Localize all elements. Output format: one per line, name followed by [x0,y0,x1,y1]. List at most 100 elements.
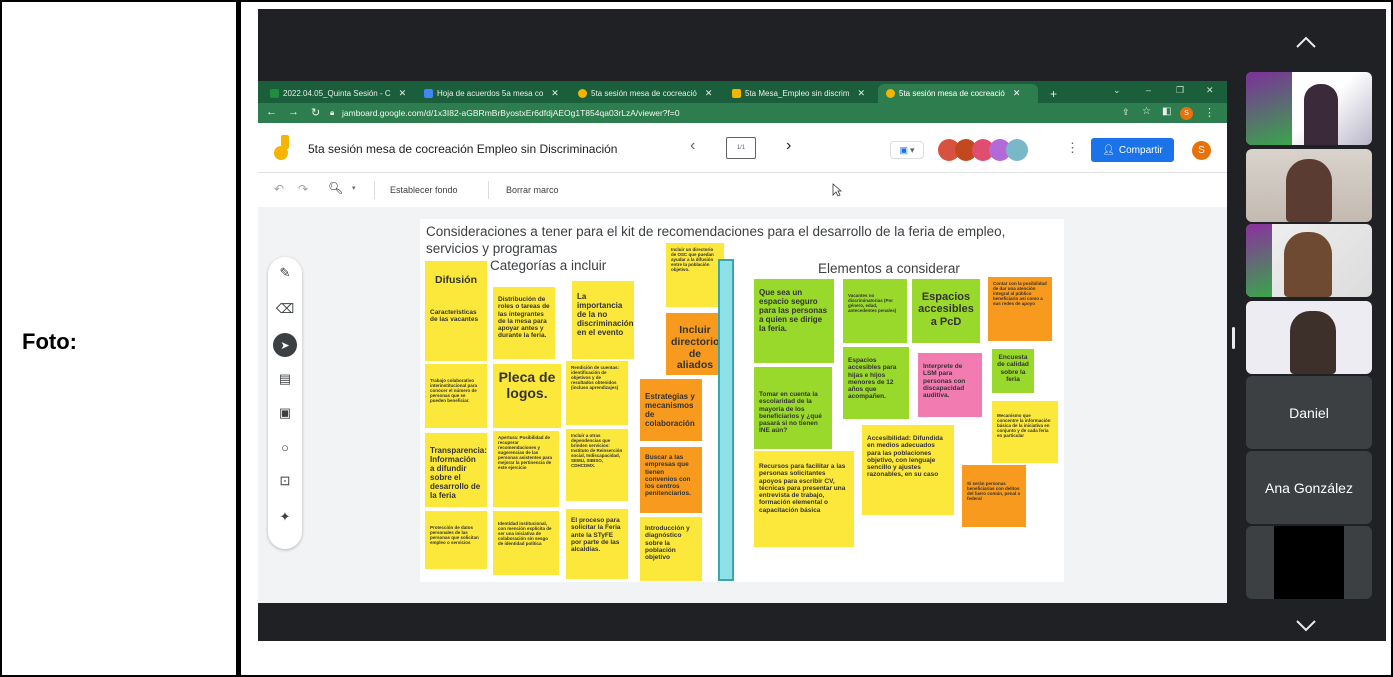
close-tab-icon[interactable]: ✕ [399,88,407,99]
sidebar-resize-handle[interactable] [1232,327,1235,349]
browser-tab-4[interactable]: 5ta Mesa_Empleo sin discrim ✕ [724,84,874,103]
zoom-icon[interactable]: 🔍︎ [328,181,343,195]
back-icon[interactable]: ← [266,106,277,118]
browser-tab-bar: 2022.04.05_Quinta Sesión - C ✕ Hoja de ac… [258,81,1227,103]
sticky-note[interactable]: Encuesta de calidad sobre la feria [992,349,1034,393]
close-window-icon[interactable]: ✕ [1206,85,1214,96]
sticky-note[interactable]: Accesibilidad: Difundida en medios adecu… [862,425,954,515]
sticky-note[interactable]: Rendición de cuentas: identificación de … [566,361,628,425]
sticky-note[interactable]: Distribución de roles o tareas de las in… [493,287,555,359]
sticky-note[interactable]: Introducción y diagnóstico sobre la pobl… [640,517,702,581]
divider-bar[interactable] [718,259,734,581]
participant-video [1284,232,1332,297]
participant-tile-2[interactable] [1246,149,1372,222]
eraser-tool-icon[interactable]: ⌫ [276,301,294,317]
sticky-note[interactable]: Trabajo colaborativo interinstitucional … [425,364,487,428]
docs-icon [424,89,433,98]
sticky-note[interactable]: Incluir un directorio de OSC que puedan … [666,243,724,307]
sticky-note[interactable]: Recursos para facilitar a las personas s… [754,451,854,547]
sticky-note[interactable]: Difusión Caracteristicas de las vacantes [425,261,487,361]
sticky-note[interactable]: Que sea un espacio seguro para las perso… [754,279,834,363]
browser-tab-5-active[interactable]: 5ta sesión mesa de cocreació ✕ [878,84,1038,103]
meet-window: 2022.04.05_Quinta Sesión - C ✕ Hoja de ac… [258,9,1386,641]
sticky-note-tool-icon[interactable]: ▤ [277,371,293,387]
add-image-tool-icon[interactable]: ▣ [277,405,293,421]
participant-tile-6[interactable]: Ana González [1246,451,1372,524]
sticky-note[interactable]: Transparencia: Información a difundir so… [425,433,487,507]
participant-tile-4[interactable] [1246,301,1372,374]
jam-canvas-area: ✎ ⌫ ➤ ▤ ▣ ○ ⊡ ✦ Consideraciones a tener … [258,207,1227,603]
sticky-note[interactable]: Si serán personas beneficiarias con deli… [962,465,1026,527]
participant-tile-7[interactable] [1246,526,1372,599]
new-tab-button[interactable]: + [1042,84,1062,103]
more-options-icon[interactable]: ⋮ [1066,140,1079,156]
sticky-note[interactable]: Protección de datos personales de las pe… [425,511,487,569]
maximize-icon[interactable]: ❐ [1176,85,1184,96]
sticky-note[interactable]: El proceso para solicitar la Feria ante … [566,509,628,579]
participant-tile-5[interactable]: Daniel [1246,376,1372,449]
bookmark-star-icon[interactable]: ☆ [1142,106,1151,117]
tab-search-icon[interactable]: ⌄ [1113,85,1121,96]
sticky-note[interactable]: Incluir a otras dependencias que brinden… [566,429,628,501]
participant-video [1274,526,1344,599]
participant-video [1304,84,1338,145]
sticky-note[interactable]: Buscar a las empresas que tienen conveni… [640,447,702,513]
sticky-note[interactable]: Contar con la posibilidad de dar una ate… [988,277,1052,341]
jamboard-toolbar: ↶ ↷ 🔍︎ ▾ Establecer fondo Borrar marco [258,173,1227,207]
sticky-note[interactable]: Espacios accesibles para hijas e hijos m… [843,347,909,419]
circle-tool-icon[interactable]: ○ [277,439,293,455]
collaborator-avatars[interactable] [938,139,1042,161]
close-tab-icon[interactable]: ✕ [857,88,865,99]
sticky-note[interactable]: Espacios accesibles a PcD [912,279,980,343]
sticky-note[interactable]: Vacantes no discriminatorias (Por género… [843,279,907,343]
forward-icon[interactable]: → [288,106,299,118]
close-tab-icon[interactable]: ✕ [705,88,713,99]
browser-tab-3[interactable]: 5ta sesión mesa de cocreació ✕ [570,84,720,103]
url-input[interactable]: jamboard.google.com/d/1x3I82-aGBRmBrByos… [342,108,680,118]
laser-tool-icon[interactable]: ✦ [277,509,293,525]
share-button[interactable]: 👤︎ Compartir [1091,138,1174,162]
reload-icon[interactable]: ↻ [311,106,320,119]
select-tool-icon[interactable]: ➤ [273,333,297,357]
sticky-note[interactable]: Mecanismo que concentre la información b… [992,401,1058,463]
jam-title[interactable]: 5ta sesión mesa de cocreación Empleo sin… [308,142,617,156]
mouse-cursor-icon [832,183,842,197]
chevron-up-icon[interactable] [1295,35,1317,49]
slide-background-decor [1246,224,1272,297]
side-panel-icon[interactable]: ◧ [1162,106,1171,117]
jam-board-frame[interactable]: Consideraciones a tener para el kit de r… [420,219,1064,582]
close-tab-icon[interactable]: ✕ [1013,88,1021,99]
close-tab-icon[interactable]: ✕ [551,88,559,99]
profile-avatar-icon[interactable]: S [1180,107,1193,120]
sticky-note[interactable]: Apertura: Posibilidad de recuperar recom… [493,431,559,507]
chevron-down-icon[interactable] [1295,619,1317,633]
sticky-note[interactable]: Identidad institucional, con mención exp… [493,511,559,575]
participant-video [1290,311,1336,374]
present-button[interactable]: ▣ ▾ [890,141,924,159]
participant-tile-1[interactable] [1246,72,1372,145]
sticky-note[interactable]: Estrategias y mecanismos de colaboración [640,379,702,441]
share-page-icon[interactable]: ⇪ [1122,107,1130,118]
browser-tab-2[interactable]: Hoja de acuerdos 5a mesa co ✕ [416,84,566,103]
next-frame-icon[interactable]: › [786,137,791,155]
sticky-note[interactable]: Incluir directorio de aliados [666,313,724,375]
sticky-note[interactable]: La importancia de la no discriminación e… [572,281,634,359]
sticky-note[interactable]: Tomar en cuenta la escolaridad de la may… [754,367,832,449]
zoom-dropdown-icon[interactable]: ▾ [352,184,356,192]
set-background-button[interactable]: Establecer fondo [390,185,458,195]
redo-icon[interactable]: ↷ [298,182,308,196]
participant-tile-3[interactable] [1246,224,1372,297]
sticky-note[interactable]: Interprete de LSM para personas con disc… [918,353,982,417]
pen-tool-icon[interactable]: ✎ [277,265,293,281]
undo-icon[interactable]: ↶ [274,182,284,196]
previous-frame-icon[interactable]: ‹ [690,137,695,155]
browser-tab-1[interactable]: 2022.04.05_Quinta Sesión - C ✕ [262,84,412,103]
minimize-icon[interactable]: – [1146,85,1151,95]
clear-frame-button[interactable]: Borrar marco [506,185,559,195]
text-box-tool-icon[interactable]: ⊡ [277,473,293,489]
participant-name: Daniel [1246,376,1372,449]
user-avatar[interactable]: S [1192,141,1211,160]
sticky-note[interactable]: Pleca de logos. [493,364,561,428]
chrome-menu-icon[interactable]: ⋮ [1204,106,1215,119]
frame-bar-button[interactable]: 1/1 [726,137,756,159]
